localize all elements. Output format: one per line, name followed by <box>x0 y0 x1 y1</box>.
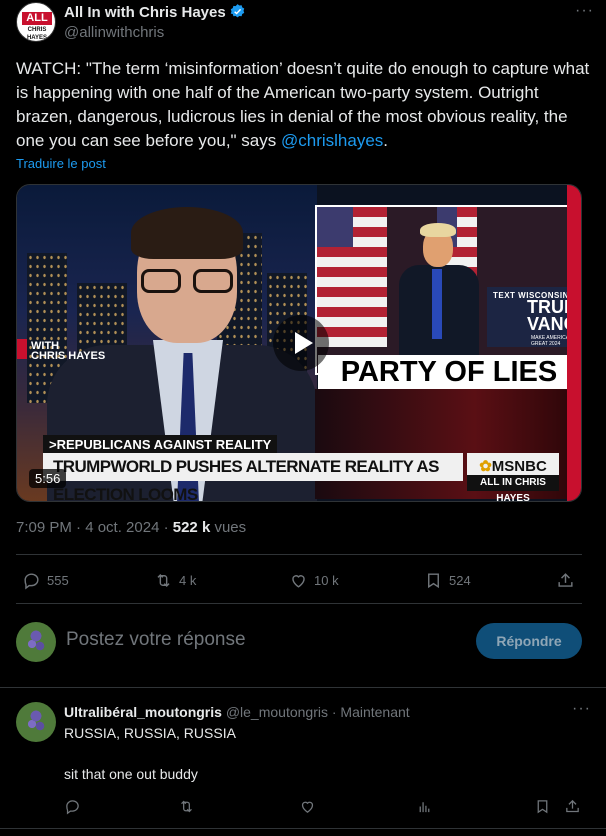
analytics-icon <box>419 802 430 813</box>
divider <box>0 687 606 688</box>
verified-badge-icon <box>230 4 244 18</box>
post-timestamp[interactable]: 7:09 PM · 4 oct. 2024 · <box>16 519 173 536</box>
inset-image: TEXT WISCONSIN TRUM VANC MAKE AMERICA GR… <box>315 205 581 375</box>
repost-icon <box>181 800 192 813</box>
commenter-line: Ultralibéral_moutongris @le_moutongris ·… <box>64 704 410 720</box>
lower-third-headline: TRUMPWORLD PUSHES ALTERNATE REALITY AS E… <box>43 453 463 501</box>
share-action[interactable] <box>556 570 575 590</box>
reply-action[interactable]: 555 <box>22 570 69 590</box>
video-player[interactable]: WITH CHRIS HAYES TEXT WISCONSIN TRUM VAN… <box>16 184 582 502</box>
comment-reply-button[interactable] <box>64 798 81 820</box>
lower-third-label: >REPUBLICANS AGAINST REALITY <box>43 435 278 455</box>
commenter-handle[interactable]: @le_moutongris · Maintenant <box>226 704 410 720</box>
tweet-text-end: . <box>383 131 389 150</box>
comment-like-button[interactable] <box>299 798 316 820</box>
comment-share-button[interactable] <box>564 798 581 820</box>
avatar-logo-subtext: CHRIS HAYES <box>26 27 48 41</box>
bookmark-action[interactable]: 524 <box>424 570 471 590</box>
commenter-avatar[interactable] <box>16 702 56 742</box>
view-count: 522 k <box>172 519 211 536</box>
like-action[interactable]: 10 k <box>289 570 339 590</box>
heart-icon <box>301 801 314 813</box>
commenter-name[interactable]: Ultralibéral_moutongris <box>64 704 222 720</box>
tweet-header: ALL IN CHRIS HAYES All In with Chris Hay… <box>16 2 596 44</box>
program-strip: ALL IN CHRIS HAYES <box>467 475 559 501</box>
repost-count: 4 k <box>179 572 197 588</box>
reply-submit-button[interactable]: Répondre <box>476 623 582 659</box>
video-duration: 5:56 <box>29 469 67 488</box>
show-tag-text: WITH CHRIS HAYES <box>31 340 106 362</box>
speaker-hair <box>420 223 456 237</box>
author-name[interactable]: All In with Chris Hayes <box>64 4 226 21</box>
author-handle[interactable]: @allinwithchris <box>64 24 164 41</box>
reply-icon <box>24 572 39 589</box>
tweet-text: WATCH: "The term ‘misinformation’ doesn’… <box>16 57 591 153</box>
post-meta: 7:09 PM · 4 oct. 2024 · 522 k vues <box>16 519 246 536</box>
party-of-lies-banner: PARTY OF LIES <box>318 355 580 389</box>
speaker-tie <box>432 269 442 339</box>
heart-icon <box>292 574 305 588</box>
share-icon <box>566 799 579 813</box>
comment-more-icon[interactable]: ··· <box>572 700 591 718</box>
network-name: MSNBC <box>491 458 547 475</box>
repost-action[interactable]: 4 k <box>154 570 196 590</box>
reply-count: 555 <box>47 572 69 588</box>
play-button[interactable] <box>273 315 329 371</box>
avatar-logo-text: ALL IN <box>22 12 52 37</box>
show-logo-tag: WITH CHRIS HAYES <box>17 333 112 367</box>
comment-text-line1: RUSSIA, RUSSIA, RUSSIA <box>64 725 236 741</box>
translate-post-link[interactable]: Traduire le post <box>16 156 106 171</box>
divider <box>16 554 582 555</box>
bookmark-icon <box>537 800 548 814</box>
comment-bookmark-button[interactable] <box>534 798 551 820</box>
comment-views-button[interactable] <box>416 798 433 820</box>
author-name-block[interactable]: All In with Chris Hayes <box>64 3 246 21</box>
views-label: vues <box>210 519 247 536</box>
reply-icon <box>66 800 79 815</box>
reply-composer: Postez votre réponse Répondre <box>16 620 582 664</box>
right-red-strip <box>567 185 581 501</box>
bookmark-icon <box>428 572 439 588</box>
divider <box>16 603 582 604</box>
more-options-icon[interactable]: ··· <box>575 2 594 20</box>
flag-graphic <box>317 207 387 347</box>
comment-repost-button[interactable] <box>178 798 195 820</box>
divider <box>0 828 606 829</box>
share-icon <box>558 572 573 587</box>
anchor-hair <box>131 207 243 259</box>
bookmark-count: 524 <box>449 572 471 588</box>
comment-text-line2: sit that one out buddy <box>64 766 198 782</box>
user-avatar[interactable] <box>16 622 56 662</box>
author-avatar[interactable]: ALL IN CHRIS HAYES <box>16 2 56 42</box>
repost-icon <box>157 573 170 587</box>
reply-input[interactable]: Postez votre réponse <box>66 629 246 651</box>
mention-link[interactable]: @chrislhayes <box>281 131 383 150</box>
anchor-glasses <box>139 269 235 295</box>
like-count: 10 k <box>314 572 339 588</box>
